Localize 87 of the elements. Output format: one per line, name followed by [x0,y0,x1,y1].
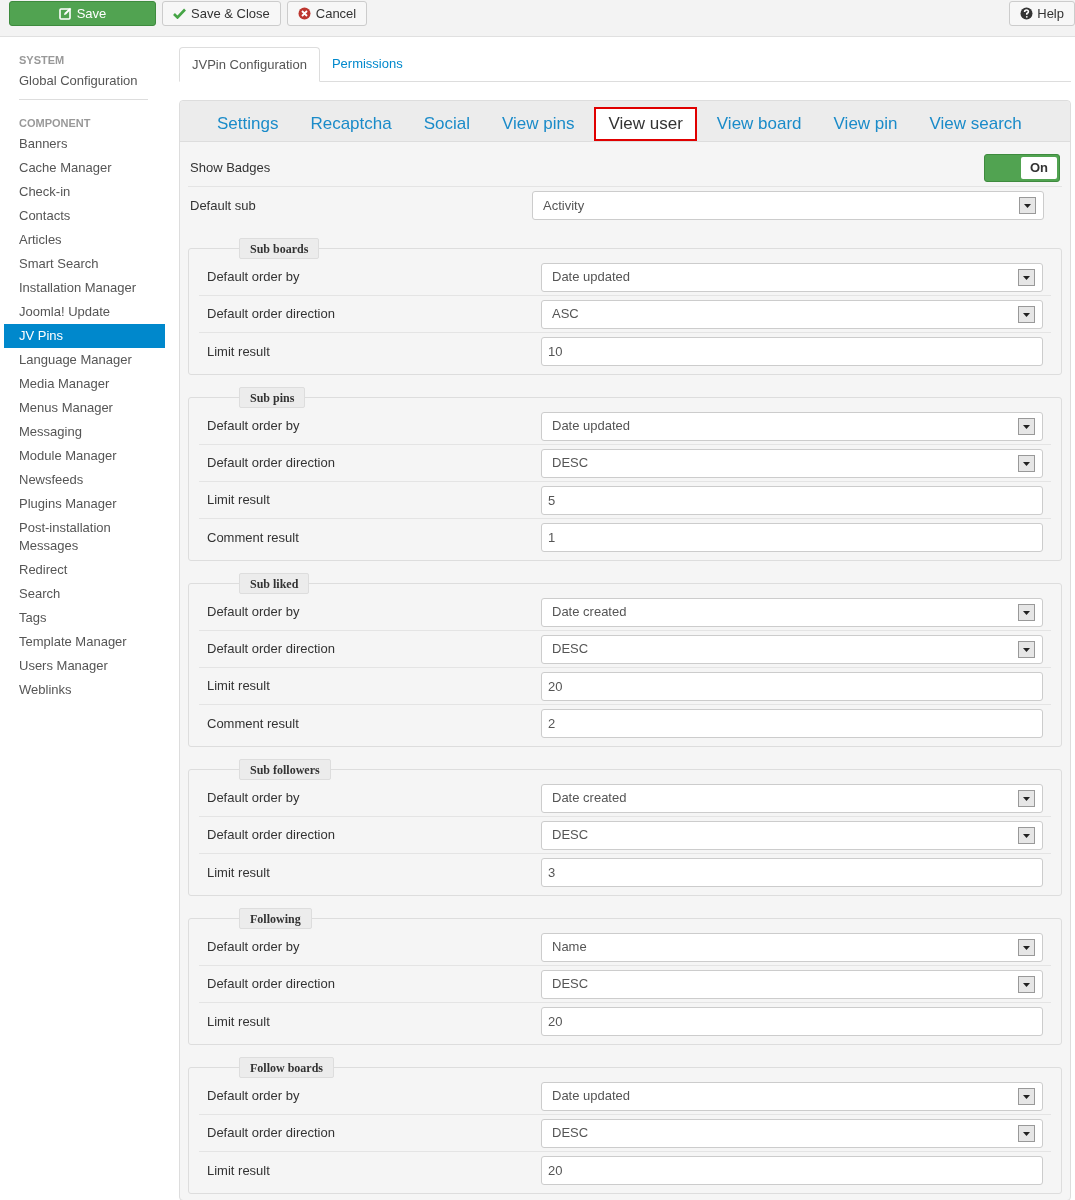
toggle-switch[interactable]: On [984,154,1060,182]
select-field[interactable]: DESC [541,634,1043,664]
help-button[interactable]: Help [1009,1,1075,26]
sidebar-item[interactable]: Newsfeeds [4,468,165,492]
group-legend: Sub followers [239,759,331,780]
select-field[interactable]: Name [541,932,1043,962]
group-legend: Follow boards [239,1057,334,1078]
select-field[interactable]: DESC [541,1118,1043,1148]
sidebar-item[interactable]: Media Manager [4,372,165,396]
section-heading: COMPONENT [18,116,92,131]
select-field[interactable]: DESC [541,820,1043,850]
input-field[interactable]: 20 [541,1156,1043,1185]
field-label: Limit result [207,677,271,696]
field-label: Default order direction [207,640,336,659]
select-field[interactable]: Date updated [541,1081,1043,1111]
sidebar-item[interactable]: Module Manager [4,444,165,468]
field-label: Show Badges [190,159,272,178]
page-tab[interactable]: JVPin Configuration [179,47,320,82]
field-label: Default order by [207,938,301,957]
field-label: Default order by [207,417,301,436]
field-label: Default order by [207,603,301,622]
edit-icon [58,7,72,20]
field-label: Default order direction [207,305,336,324]
input-field[interactable]: 1 [541,523,1043,552]
field-label: Default order direction [207,454,336,473]
sidebar-item[interactable]: Search [4,582,165,606]
sidebar-item[interactable]: Post-installation Messages [4,516,165,558]
group-legend: Sub boards [239,238,320,259]
select-field[interactable]: Date updated [541,262,1043,292]
field-label: Default order by [207,1087,301,1106]
group-legend: Following [239,908,312,929]
input-field[interactable]: 20 [541,1007,1043,1036]
sidebar-item[interactable]: Plugins Manager [4,492,165,516]
toolbar-button[interactable]: Cancel [286,1,368,26]
sidebar-item[interactable]: Banners [4,132,165,156]
sidebar-item[interactable]: Smart Search [4,252,165,276]
select-field[interactable]: Activity [532,191,1044,220]
select-field[interactable]: Date created [541,597,1043,627]
group-legend: Sub liked [239,573,310,594]
field-label: Default sub [190,196,257,215]
select-field[interactable]: Date created [541,783,1043,813]
input-field[interactable]: 2 [541,709,1043,738]
select-field[interactable]: Date updated [541,411,1043,441]
field-label: Limit result [207,863,271,882]
field-label: Default order direction [207,975,336,994]
toggle-label: On [1021,157,1057,179]
sidebar-item[interactable]: Menus Manager [4,396,165,420]
field-label: Limit result [207,1012,271,1031]
field-label: Default order direction [207,1124,336,1143]
sidebar-item[interactable]: Cache Manager [4,156,165,180]
sidebar-item[interactable]: Joomla! Update [4,300,165,324]
select-field[interactable]: ASC [541,299,1043,329]
page-tab[interactable]: Permissions [319,46,415,81]
field-label: Comment result [207,714,300,733]
field-label: Limit result [207,491,271,510]
section-heading: SYSTEM [18,53,66,68]
select-field[interactable]: DESC [541,448,1043,478]
input-field[interactable]: 3 [541,858,1043,887]
sidebar-item[interactable]: JV Pins [4,324,165,348]
field-label: Default order by [207,789,301,808]
sidebar-item[interactable]: Global Configuration [4,69,165,93]
input-field[interactable]: 20 [541,671,1043,701]
input-field[interactable]: 5 [541,485,1043,515]
cancel-icon [297,7,311,20]
sidebar-item[interactable]: Messaging [4,420,165,444]
sidebar-item[interactable]: Contacts [4,204,165,228]
sidebar-item[interactable]: Weblinks [4,678,165,702]
toolbar-button[interactable]: Save & Close [162,1,281,26]
sidebar-item[interactable]: Check-in [4,180,165,204]
field-label: Default order direction [207,826,336,845]
field-label: Limit result [207,342,271,361]
field-label: Limit result [207,1161,271,1180]
sidebar-item[interactable]: Template Manager [4,630,165,654]
sidebar-item[interactable]: Articles [4,228,165,252]
sidebar-item[interactable]: Tags [4,606,165,630]
check-icon [173,8,186,19]
field-label: Comment result [207,528,300,547]
group-legend: Sub pins [239,387,306,408]
sidebar-item[interactable]: Language Manager [4,348,165,372]
sidebar-item[interactable]: Users Manager [4,654,165,678]
input-field[interactable]: 10 [541,337,1043,366]
select-field[interactable]: DESC [541,969,1043,999]
help-icon [1020,7,1034,20]
sidebar-item[interactable]: Installation Manager [4,276,165,300]
field-label: Default order by [207,268,301,287]
sidebar-item[interactable]: Redirect [4,558,165,582]
view-tab[interactable]: View user [594,107,697,141]
